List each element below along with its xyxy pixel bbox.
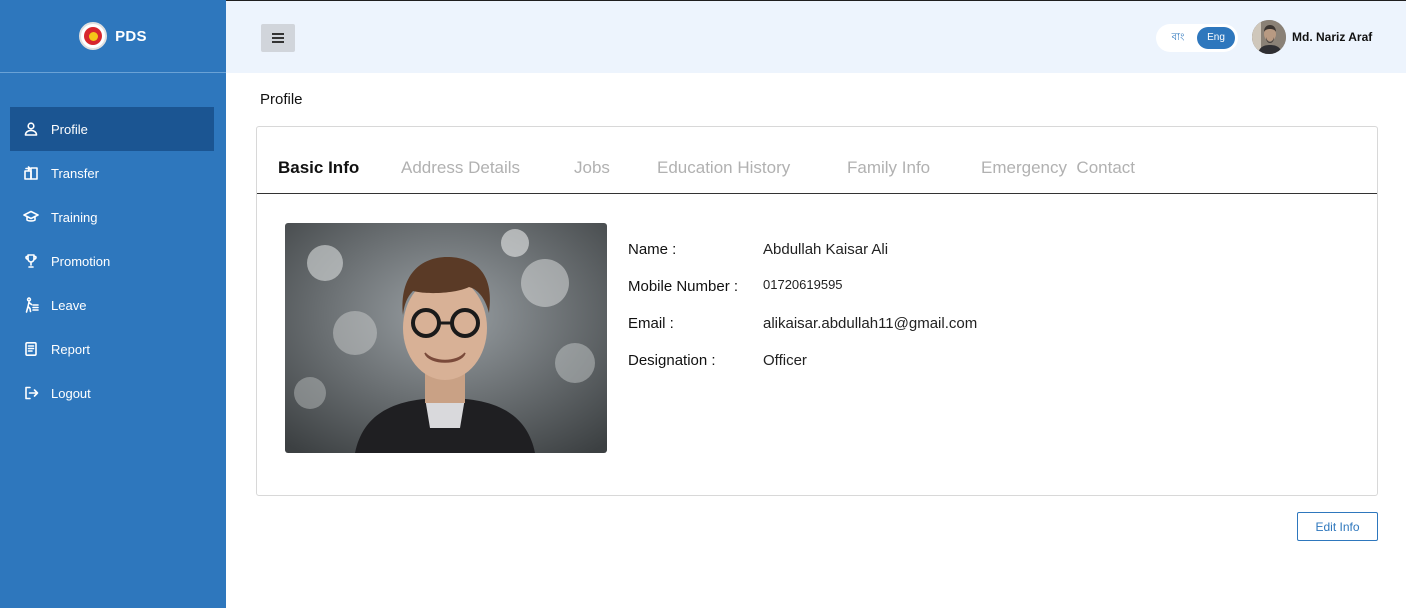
user-name: Md. Nariz Araf: [1292, 30, 1373, 44]
mobile-number-label: Mobile Number :: [628, 278, 739, 295]
user-menu[interactable]: Md. Nariz Araf: [1252, 20, 1372, 54]
tab-education-history[interactable]: Education History: [657, 158, 790, 178]
designation-label: Designation :: [628, 352, 716, 369]
avatar: [1252, 20, 1286, 54]
profile-photo: [285, 223, 607, 453]
sidebar-item-transfer[interactable]: Transfer: [10, 151, 214, 195]
brand[interactable]: PDS: [0, 0, 226, 73]
tab-family-info[interactable]: Family Info: [847, 158, 930, 178]
bangladesh-emblem-icon: [79, 22, 108, 50]
sidebar-item-label: Logout: [51, 385, 91, 401]
sidebar-item-promotion[interactable]: Promotion: [10, 239, 214, 283]
sidebar-item-leave[interactable]: Leave: [10, 283, 214, 327]
edit-info-button[interactable]: Edit Info: [1297, 512, 1378, 541]
tab-address-details[interactable]: Address Details: [401, 158, 520, 178]
tab-emergency-contact[interactable]: Emergency Contact: [981, 158, 1135, 178]
tab-jobs[interactable]: Jobs: [574, 158, 610, 178]
lang-option-english[interactable]: Eng: [1197, 27, 1235, 49]
sidebar-item-label: Leave: [51, 297, 87, 313]
document-icon: [25, 341, 37, 356]
sidebar-item-report[interactable]: Report: [10, 327, 214, 371]
sidebar-item-label: Report: [51, 341, 91, 357]
sidebar-item-training[interactable]: Training: [10, 195, 214, 239]
sidebar-item-label: Transfer: [51, 165, 99, 181]
sidebar-item-label: Profile: [51, 121, 88, 137]
walking-icon: [25, 297, 39, 313]
top-bar: বাং Eng Md. Nariz Araf: [226, 0, 1406, 73]
sidebar-item-label: Promotion: [51, 253, 111, 269]
hamburger-icon[interactable]: [261, 24, 295, 52]
page-title: Profile: [260, 91, 303, 108]
lang-option-bangla[interactable]: বাং: [1159, 27, 1197, 49]
language-toggle[interactable]: বাং Eng: [1156, 24, 1238, 52]
sidebar: PDS Profile Transfer Training Promotion …: [0, 0, 226, 608]
transfer-icon: [24, 166, 38, 180]
profile-tabs: Basic Info Address Details Jobs Educatio…: [257, 127, 1377, 194]
name-value: Abdullah Kaisar Ali: [763, 241, 889, 258]
email-label: Email :: [628, 315, 674, 332]
sidebar-nav: Profile Transfer Training Promotion Leav…: [0, 107, 226, 415]
logout-icon: [25, 386, 39, 400]
sidebar-item-profile[interactable]: Profile: [10, 107, 214, 151]
graduation-cap-icon: [23, 210, 39, 222]
sidebar-item-label: Training: [51, 209, 98, 225]
profile-card: Basic Info Address Details Jobs Educatio…: [256, 126, 1378, 496]
mobile-number-value: 01720619595: [763, 277, 843, 292]
user-icon: [24, 122, 38, 136]
sidebar-item-logout[interactable]: Logout: [10, 371, 214, 415]
email-value: alikaisar.abdullah11@gmail.com: [763, 315, 978, 332]
name-label: Name :: [628, 241, 677, 258]
designation-value: Officer: [763, 352, 807, 369]
trophy-icon: [25, 254, 37, 268]
brand-name: PDS: [115, 27, 147, 45]
tab-basic-info[interactable]: Basic Info: [278, 158, 359, 178]
